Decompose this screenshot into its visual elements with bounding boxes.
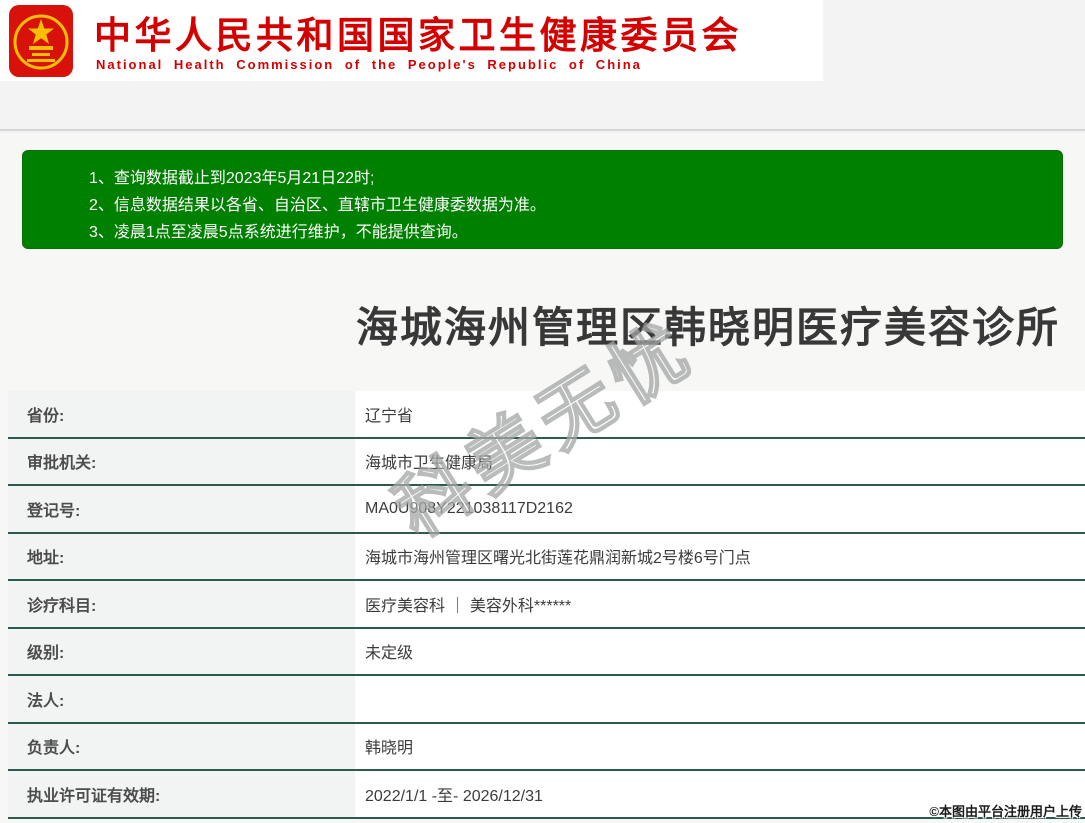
site-title-chinese: 中华人民共和国国家卫生健康委员会 xyxy=(94,15,742,56)
row-value: 未定级 xyxy=(355,628,1085,674)
row-label: 负责人: xyxy=(8,723,355,769)
row-label: 法人: xyxy=(8,676,355,722)
row-value: 医疗美容科 ｜ 美容外科****** xyxy=(355,581,1085,627)
row-label: 执业许可证有效期: xyxy=(8,771,355,817)
row-label: 诊疗科目: xyxy=(8,581,355,627)
site-title-english: National Health Commission of the People… xyxy=(96,57,642,72)
table-row-treatment-subjects: 诊疗科目: 医疗美容科 ｜ 美容外科****** xyxy=(8,581,1085,629)
row-label: 级别: xyxy=(8,628,355,674)
row-label: 登记号: xyxy=(8,486,355,532)
table-row-level: 级别: 未定级 xyxy=(8,628,1085,676)
table-row-legal-person: 法人: xyxy=(8,676,1085,724)
row-value xyxy=(355,676,1085,722)
details-table: 省份: 辽宁省 审批机关: 海城市卫生健康局 登记号: MA0U908Y2210… xyxy=(8,391,1085,819)
row-value: 韩晓明 xyxy=(355,723,1085,769)
row-value: 海城市卫生健康局 xyxy=(355,438,1085,484)
header-divider-band xyxy=(0,81,1085,131)
row-value: MA0U908Y221038117D2162 xyxy=(355,486,1085,532)
row-value: 辽宁省 xyxy=(355,391,1085,437)
table-row-person-in-charge: 负责人: 韩晓明 xyxy=(8,723,1085,771)
row-label: 省份: xyxy=(8,391,355,437)
table-row-address: 地址: 海城市海州管理区曙光北街莲花鼎润新城2号楼6号门点 xyxy=(8,533,1085,581)
table-row-registration-number: 登记号: MA0U908Y221038117D2162 xyxy=(8,486,1085,534)
notice-line-1: 1、查询数据截止到2023年5月21日22时; xyxy=(89,170,375,187)
institution-title: 海城海州管理区韩晓明医疗美容诊所 xyxy=(356,304,1061,351)
row-label: 地址: xyxy=(8,533,355,579)
notice-box: 1、查询数据截止到2023年5月21日22时; 2、信息数据结果以各省、自治区、… xyxy=(22,150,1063,249)
notice-line-2: 2、信息数据结果以各省、自治区、直辖市卫生健康委数据为准。 xyxy=(89,197,546,214)
table-row-approval-authority: 审批机关: 海城市卫生健康局 xyxy=(8,438,1085,486)
table-row-province: 省份: 辽宁省 xyxy=(8,391,1085,439)
row-label: 审批机关: xyxy=(8,438,355,484)
notice-line-3: 3、凌晨1点至凌晨5点系统进行维护，不能提供查询。 xyxy=(89,224,468,241)
table-row-license-validity: 执业许可证有效期: 2022/1/1 -至- 2026/12/31 xyxy=(8,771,1085,819)
national-emblem-icon xyxy=(9,5,73,77)
image-credit: ©本图由平台注册用户上传 xyxy=(929,804,1082,819)
row-value: 海城市海州管理区曙光北街莲花鼎润新城2号楼6号门点 xyxy=(355,533,1085,579)
site-header: 中华人民共和国国家卫生健康委员会 National Health Commiss… xyxy=(0,0,823,81)
